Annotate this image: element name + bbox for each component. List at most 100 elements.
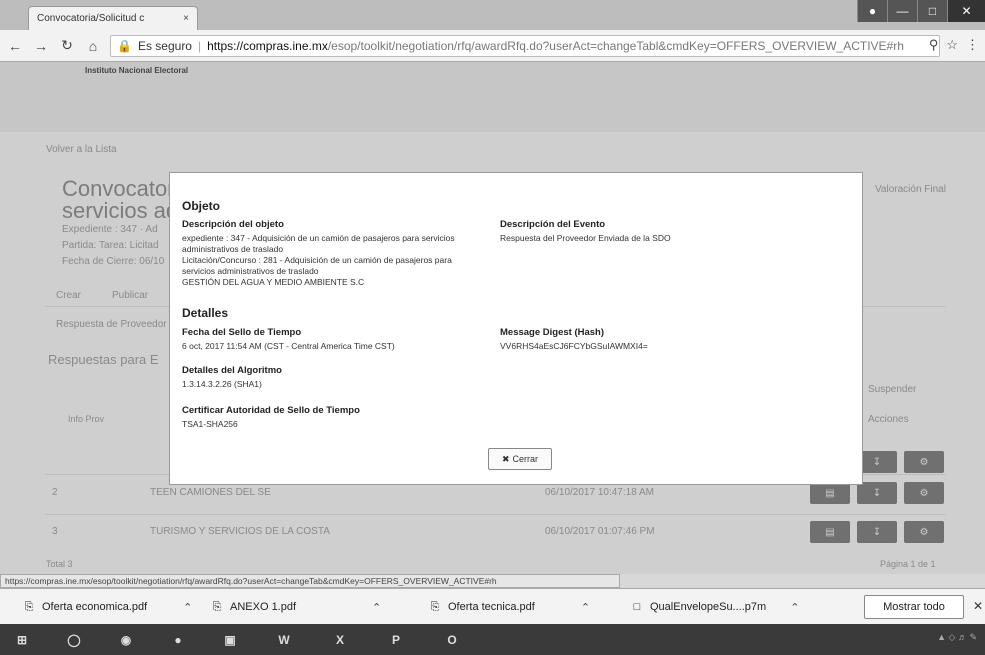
media-icon[interactable]: ● [156, 627, 200, 653]
url-path: /esop/toolkit/negotiation/rfq/awardRfq.d… [327, 39, 904, 53]
row-num-2: 2 [52, 487, 58, 498]
download-name: QualEnvelopeSu....p7m [650, 601, 767, 613]
download-item[interactable]: ⎘ Oferta economica.pdf ⌃ [22, 596, 193, 618]
taskbar: ⊞ ◯ ◉ ● ▣ W X P O ▲ ◇ ♬ ✎ [0, 624, 985, 655]
address-bar: ← → ↻ ⌂ 🔒 Es seguro | https://compras.ine.m… [0, 30, 985, 62]
section-objeto-heading: Objeto [182, 199, 220, 213]
close-window-icon[interactable]: ✕ [947, 0, 985, 22]
forward-arrow-icon[interactable]: → [30, 35, 52, 57]
col-info-prov: Info Prov [68, 414, 105, 424]
user-icon[interactable]: ● [857, 0, 887, 22]
url-host: https://compras.ine.mx [207, 39, 328, 53]
respuestas-heading: Respuestas para E [48, 352, 159, 367]
message-digest-value: VV6RHS4aEsCJ6FCYbGSuIAWMXI4= [500, 341, 648, 351]
lock-icon: 🔒 [117, 39, 132, 53]
row-action-seal-icon[interactable]: ⚙ [904, 521, 944, 543]
pdf-file-icon: ⎘ [430, 600, 440, 613]
download-item[interactable]: □ QualEnvelopeSu....p7m ⌃ [630, 596, 800, 618]
browser-titlebar: Convocatoria/Solicitud c × ● — □ ✕ [0, 0, 985, 30]
ie-icon[interactable]: ◯ [52, 627, 96, 653]
show-all-button[interactable]: Mostrar todo [864, 595, 964, 619]
powerpoint-icon[interactable]: P [374, 627, 418, 653]
back-link[interactable]: Volver a la Lista [46, 144, 117, 155]
chrome-icon[interactable]: ◉ [104, 627, 148, 653]
tab-title: Convocatoria/Solicitud c [37, 13, 145, 24]
org-name: Instituto Nacional Electoral [85, 66, 189, 75]
row-action-download-icon[interactable]: ↧ [857, 521, 897, 543]
row-action-seal-icon[interactable]: ⚙ [904, 451, 944, 473]
tab-publicar[interactable]: Publicar [112, 290, 148, 301]
chevron-up-icon[interactable]: ⌃ [790, 601, 799, 614]
folder-icon[interactable]: ▣ [208, 627, 252, 653]
minimize-icon[interactable]: — [887, 0, 917, 22]
pdf-file-icon: ⎘ [24, 600, 34, 613]
fecha-sello-label: Fecha del Sello de Tiempo [182, 327, 302, 338]
row-action-download-icon[interactable]: ↧ [857, 482, 897, 504]
maximize-icon[interactable]: □ [917, 0, 947, 22]
suspender-link[interactable]: Suspender [868, 384, 916, 395]
tab-close-icon[interactable]: × [183, 13, 189, 24]
tab-crear[interactable]: Crear [56, 290, 81, 301]
browser-tab[interactable]: Convocatoria/Solicitud c × [28, 6, 198, 30]
word-icon[interactable]: W [262, 627, 306, 653]
sub-note: Respuesta de Proveedor [56, 319, 167, 330]
zoom-icon[interactable]: ⚲ [929, 37, 939, 53]
timestamp-modal: Objeto Descripción del objeto expediente… [170, 173, 862, 484]
windows-start-icon[interactable]: ⊞ [4, 627, 40, 653]
section-detalles-heading: Detalles [182, 306, 229, 320]
file-icon: □ [633, 601, 641, 613]
pager-page: Página 1 de 1 [880, 559, 936, 569]
download-name: ANEXO 1.pdf [230, 601, 297, 613]
page-header: Instituto Nacional Electoral [0, 62, 985, 132]
window-controls: ● — □ ✕ [857, 0, 985, 22]
close-x-icon: ✖ [501, 453, 510, 464]
outlook-icon[interactable]: O [430, 627, 474, 653]
download-shelf: ⎘ Oferta economica.pdf ⌃ ⎘ ANEXO 1.pdf ⌃… [0, 588, 985, 624]
message-digest-label: Message Digest (Hash) [500, 327, 605, 338]
desc-evento-value: Respuesta del Proveedor Enviada de la SD… [500, 233, 671, 243]
desc-objeto-value: expediente : 347 - Adquisición de un cam… [182, 233, 455, 287]
close-modal-button[interactable]: ✖ Cerrar [488, 448, 552, 470]
row-action-view-icon[interactable]: ▤ [810, 521, 850, 543]
star-icon[interactable]: ☆ [946, 37, 958, 53]
pager-total: Total 3 [46, 559, 73, 569]
url-input[interactable]: 🔒 Es seguro | https://compras.ine.mx/esop/t… [110, 35, 940, 57]
download-name: Oferta tecnica.pdf [448, 601, 535, 613]
row-action-seal-icon[interactable]: ⚙ [904, 482, 944, 504]
valoracion-final: Valoración Final [875, 184, 946, 195]
col-acciones: Acciones [868, 414, 909, 425]
row-date-2: 06/10/2017 10:47:18 AM [545, 487, 654, 498]
back-arrow-icon[interactable]: ← [4, 35, 26, 57]
chevron-up-icon[interactable]: ⌃ [183, 601, 192, 614]
meta-expediente: Expediente : 347 · Ad [62, 224, 158, 235]
chevron-up-icon[interactable]: ⌃ [372, 601, 381, 614]
excel-icon[interactable]: X [318, 627, 362, 653]
row-name-2[interactable]: TEEN CAMIONES DEL SE [150, 487, 271, 498]
close-shelf-icon[interactable]: ✕ [973, 599, 983, 613]
download-item[interactable]: ⎘ ANEXO 1.pdf ⌃ [210, 596, 382, 618]
home-icon[interactable]: ⌂ [82, 35, 104, 57]
cert-autoridad-value: TSA1-SHA256 [182, 419, 238, 429]
download-name: Oferta economica.pdf [42, 601, 148, 613]
menu-icon[interactable]: ⋮ [966, 37, 979, 53]
meta-fecha: Fecha de Cierre: 06/10 [62, 256, 165, 267]
pdf-file-icon: ⎘ [212, 600, 222, 613]
desc-evento-label: Descripción del Evento [500, 219, 606, 230]
row-action-view-icon[interactable]: ▤ [810, 482, 850, 504]
desc-objeto-label: Descripción del objeto [182, 219, 284, 230]
reload-icon[interactable]: ↻ [56, 35, 78, 57]
fecha-sello-value: 6 oct, 2017 11:54 AM (CST - Central Amer… [182, 341, 395, 351]
row-date-3: 06/10/2017 01:07:46 PM [545, 526, 655, 537]
secure-label: Es seguro [137, 39, 192, 53]
algoritmo-label: Detalles del Algoritmo [182, 365, 282, 376]
chevron-up-icon[interactable]: ⌃ [581, 601, 590, 614]
row-action-download-icon[interactable]: ↧ [857, 451, 897, 473]
system-tray: ▲ ◇ ♬ ✎ [937, 632, 977, 642]
algoritmo-value: 1.3.14.3.2.26 (SHA1) [182, 379, 262, 389]
meta-partida: Partida: Tarea: Licitad [62, 240, 159, 251]
status-url: https://compras.ine.mx/esop/toolkit/nego… [0, 574, 620, 588]
row-num-3: 3 [52, 526, 58, 537]
cert-autoridad-label: Certificar Autoridad de Sello de Tiempo [182, 405, 360, 416]
download-item[interactable]: ⎘ Oferta tecnica.pdf ⌃ [428, 596, 590, 618]
row-name-3[interactable]: TURISMO Y SERVICIOS DE LA COSTA [150, 526, 330, 537]
